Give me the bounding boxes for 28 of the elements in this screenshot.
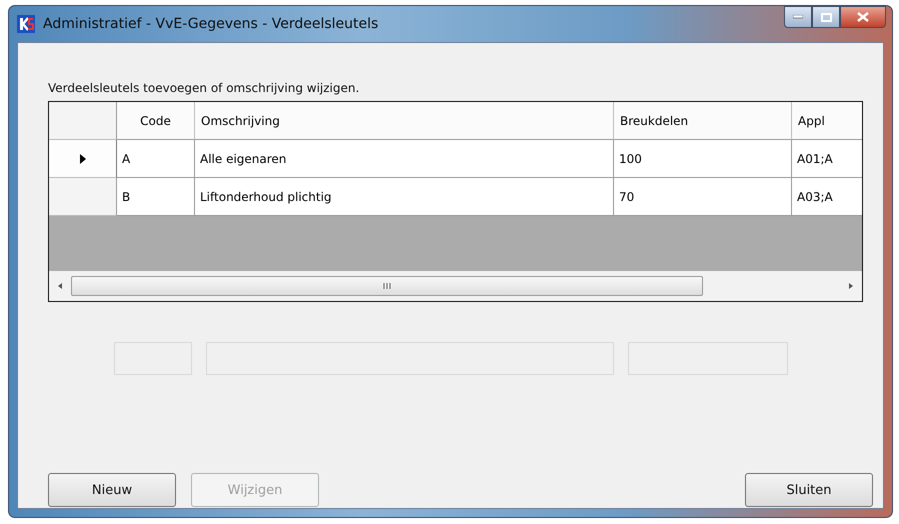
table-cell: 70 bbox=[614, 178, 792, 216]
instruction-text: Verdeelsleutels toevoegen of omschrijving wijzigen. bbox=[48, 81, 360, 95]
new-button[interactable]: Nieuw bbox=[48, 473, 176, 507]
minimize-icon bbox=[793, 15, 803, 19]
window-title: Administratief - VvE-Gegevens - Verdeelsleutels bbox=[43, 16, 380, 32]
table-cell: A01;A bbox=[792, 140, 862, 178]
column-header[interactable]: Omschrijving bbox=[195, 102, 614, 140]
scrollbar-thumb[interactable] bbox=[71, 276, 703, 296]
column-header[interactable]: Appl bbox=[792, 102, 862, 140]
table-cell: A bbox=[117, 140, 195, 178]
minimize-button[interactable] bbox=[784, 6, 812, 28]
table-cell: 100 bbox=[614, 140, 792, 178]
current-row-icon bbox=[78, 152, 86, 164]
table-cell: Alle eigenaren bbox=[195, 140, 614, 178]
row-header bbox=[49, 102, 117, 140]
column-header[interactable]: Breukdelen bbox=[614, 102, 792, 140]
grip-icon bbox=[382, 282, 392, 290]
maximize-icon bbox=[820, 12, 832, 22]
app-logo-icon bbox=[17, 15, 35, 33]
horizontal-scrollbar[interactable] bbox=[49, 271, 862, 301]
table-cell: A03;A bbox=[792, 178, 862, 216]
close-button[interactable]: Sluiten bbox=[745, 473, 873, 507]
maximize-button[interactable] bbox=[812, 6, 840, 28]
row-header[interactable] bbox=[49, 140, 117, 178]
table-cell: Liftonderhoud plichtig bbox=[195, 178, 614, 216]
table-cell: B bbox=[117, 178, 195, 216]
close-icon[interactable] bbox=[840, 6, 886, 28]
column-header[interactable]: Code bbox=[117, 102, 195, 140]
